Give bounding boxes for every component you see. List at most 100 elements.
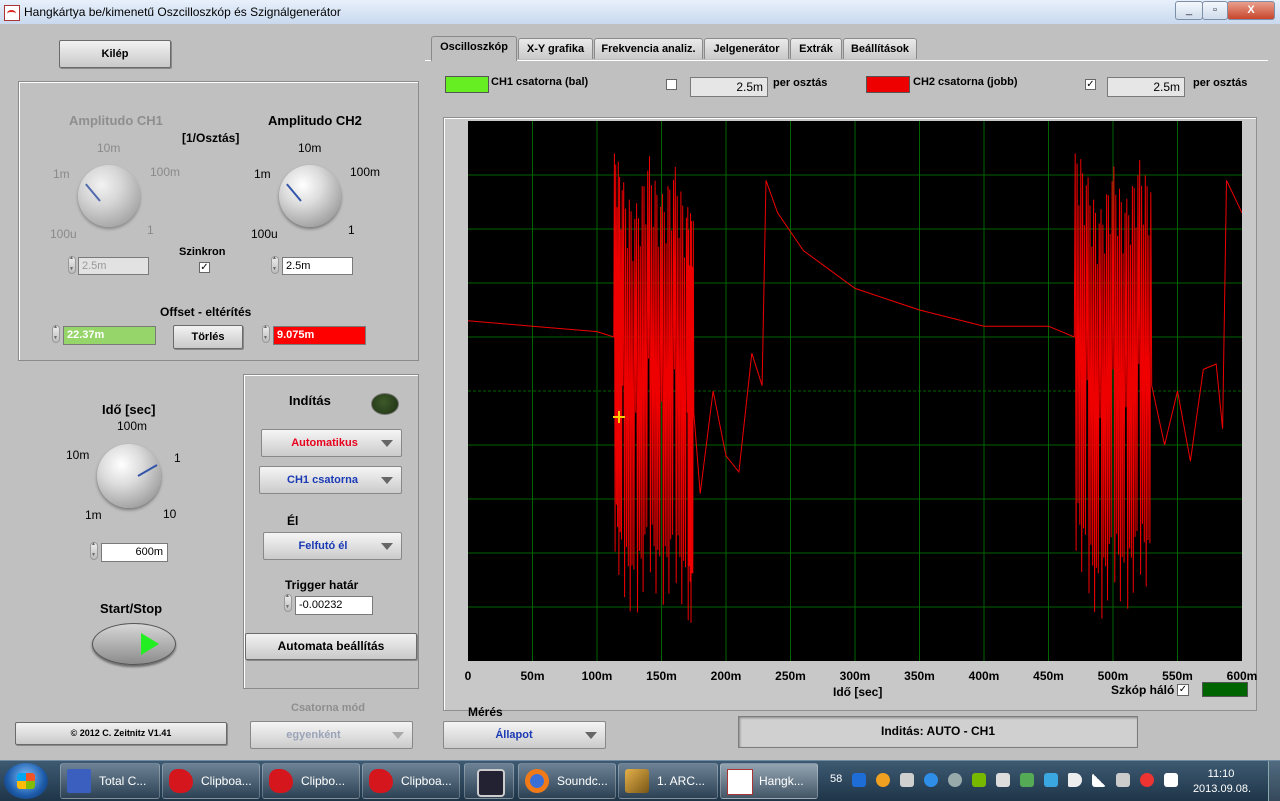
clipboard-app-icon <box>169 769 193 793</box>
tray-app-icon[interactable] <box>1044 773 1058 787</box>
channel-mode-title: Csatorna mód <box>291 702 365 714</box>
taskbar: Total C... Clipboa... Clipbo... Clipboa.… <box>0 760 1280 801</box>
time-value[interactable]: 600m <box>101 543 168 562</box>
time-spinner[interactable] <box>90 541 98 560</box>
copyright-button[interactable]: © 2012 C. Zeitnitz V1.41 <box>15 722 227 745</box>
taskbar-item-hangkartya[interactable]: Hangk... <box>720 763 818 799</box>
trigger-level-spinner[interactable] <box>284 593 292 612</box>
tray-app-icon[interactable] <box>1020 773 1034 787</box>
floppy-icon <box>67 769 91 793</box>
nvidia-icon[interactable] <box>972 773 986 787</box>
ch1-per-div-value[interactable]: 2.5m <box>690 77 768 97</box>
x-axis-label: Idő [sec] <box>833 685 883 699</box>
x-tick-label: 150m <box>646 669 677 683</box>
clock-date[interactable]: 2013.09.08. <box>1190 783 1254 795</box>
bluetooth-icon[interactable] <box>852 773 866 787</box>
taskbar-item-arc[interactable]: 1. ARC... <box>618 763 718 799</box>
clipboard-app-icon <box>269 769 293 793</box>
taskbar-item-clipboard-2[interactable]: Clipbo... <box>262 763 360 799</box>
app-icon <box>4 5 20 21</box>
amp-ch1-tick-100u: 100u <box>50 227 77 241</box>
tab-settings[interactable]: Beállítások <box>843 38 917 59</box>
trigger-led <box>371 393 399 415</box>
grid-label: Szkóp háló <box>1111 683 1175 697</box>
tab-xy[interactable]: X-Y grafika <box>518 38 593 59</box>
x-tick-label: 600m <box>1226 669 1258 683</box>
x-tick-label: 550m <box>1162 669 1193 683</box>
flag-icon[interactable] <box>1164 773 1178 787</box>
ch1-checkbox[interactable] <box>666 79 677 90</box>
startstop-button[interactable] <box>92 623 176 665</box>
measure-title: Mérés <box>468 705 503 719</box>
trigger-channel-select[interactable]: CH1 csatorna <box>259 466 402 494</box>
ch2-per-div-value[interactable]: 2.5m <box>1107 77 1185 97</box>
tray-app-icon[interactable] <box>900 773 914 787</box>
taskbar-item-clipboard-3[interactable]: Clipboa... <box>362 763 460 799</box>
oscilloscope-app-icon <box>727 769 753 795</box>
auto-setup-button[interactable]: Automata beállítás <box>245 633 417 660</box>
clock-time[interactable]: 11:10 <box>1196 768 1246 780</box>
clipboard-app-icon <box>369 769 393 793</box>
tab-generator[interactable]: Jelgenerátor <box>704 38 789 59</box>
time-tick-10: 10 <box>163 507 177 521</box>
x-tick-label: 500m <box>1097 669 1129 683</box>
trigger-mode-select[interactable]: Automatikus <box>261 429 402 457</box>
x-tick-label: 250m <box>775 669 806 683</box>
ch2-color-swatch[interactable] <box>866 76 910 93</box>
sync-checkbox[interactable]: ✓ <box>199 262 210 273</box>
tray-app-icon[interactable] <box>948 773 962 787</box>
chevron-down-icon <box>585 732 597 739</box>
tray-app-icon[interactable] <box>1140 773 1154 787</box>
amp-ch1-knob[interactable] <box>78 165 140 227</box>
taskbar-item-firefox[interactable]: Soundc... <box>518 763 616 799</box>
tray-app-icon[interactable] <box>924 773 938 787</box>
minimize-button[interactable]: _ <box>1175 1 1203 20</box>
maximize-button[interactable]: ▫ <box>1202 1 1228 20</box>
chevron-down-icon <box>381 543 393 550</box>
ch1-color-swatch[interactable] <box>445 76 489 93</box>
taskbar-item-kmplayer[interactable] <box>464 763 514 799</box>
x-tick-label: 200m <box>710 669 742 683</box>
tab-extras[interactable]: Extrák <box>790 38 842 59</box>
ch2-per-div-label: per osztás <box>1193 77 1248 89</box>
clear-button[interactable]: Törlés <box>173 325 243 349</box>
offset-ch1-value[interactable]: 22.37m <box>63 326 156 345</box>
grid-checkbox[interactable]: ✓ <box>1177 684 1189 696</box>
x-tick-label: 100m <box>581 669 613 683</box>
tray-app-icon[interactable] <box>876 773 890 787</box>
taskbar-item-totalcmd[interactable]: Total C... <box>60 763 160 799</box>
time-knob[interactable] <box>97 444 161 508</box>
trigger-edge-select[interactable]: Felfutó él <box>263 532 402 560</box>
tab-frequency[interactable]: Frekvencia analiz. <box>594 38 703 59</box>
volume-icon[interactable] <box>1068 773 1082 787</box>
amp-ch1-spinner[interactable] <box>68 255 76 274</box>
amp-ch2-tick-1: 1 <box>348 223 355 237</box>
amp-ch2-tick-1m: 1m <box>254 167 271 181</box>
trigger-level-value[interactable]: -0.00232 <box>295 596 373 615</box>
tray-app-icon[interactable] <box>1116 773 1130 787</box>
tab-oscilloscope[interactable]: Oscilloszkóp <box>431 36 517 61</box>
amp-ch2-knob[interactable] <box>279 165 341 227</box>
taskbar-item-clipboard-1[interactable]: Clipboa... <box>162 763 260 799</box>
tray-app-icon[interactable] <box>996 773 1010 787</box>
amp-ch2-value[interactable]: 2.5m <box>282 257 353 275</box>
title-bar: Hangkártya be/kimenetű Oszcilloszkóp és … <box>0 0 1280 25</box>
scope-plot[interactable] <box>468 121 1242 661</box>
network-icon[interactable] <box>1092 773 1106 787</box>
grid-color-swatch[interactable] <box>1202 682 1248 697</box>
x-tick-label: 400m <box>968 669 1000 683</box>
quit-button[interactable]: Kilép <box>59 40 171 68</box>
close-button[interactable]: X <box>1227 1 1275 20</box>
measure-select[interactable]: Állapot <box>443 721 606 749</box>
amp-ch1-value[interactable]: 2.5m <box>78 257 149 275</box>
show-desktop-button[interactable] <box>1268 761 1280 801</box>
ch2-checkbox[interactable]: ✓ <box>1085 79 1096 90</box>
amp-ch1-tick-1m: 1m <box>53 167 70 181</box>
time-tick-1m: 1m <box>85 508 102 522</box>
amp-ch2-spinner[interactable] <box>271 255 279 274</box>
offset-ch2-spinner[interactable] <box>262 324 270 343</box>
offset-ch2-value[interactable]: 9.075m <box>273 326 366 345</box>
windows-start-button[interactable] <box>4 763 48 799</box>
channel-mode-select[interactable]: egyenként <box>250 721 413 749</box>
offset-ch1-spinner[interactable] <box>52 324 60 343</box>
